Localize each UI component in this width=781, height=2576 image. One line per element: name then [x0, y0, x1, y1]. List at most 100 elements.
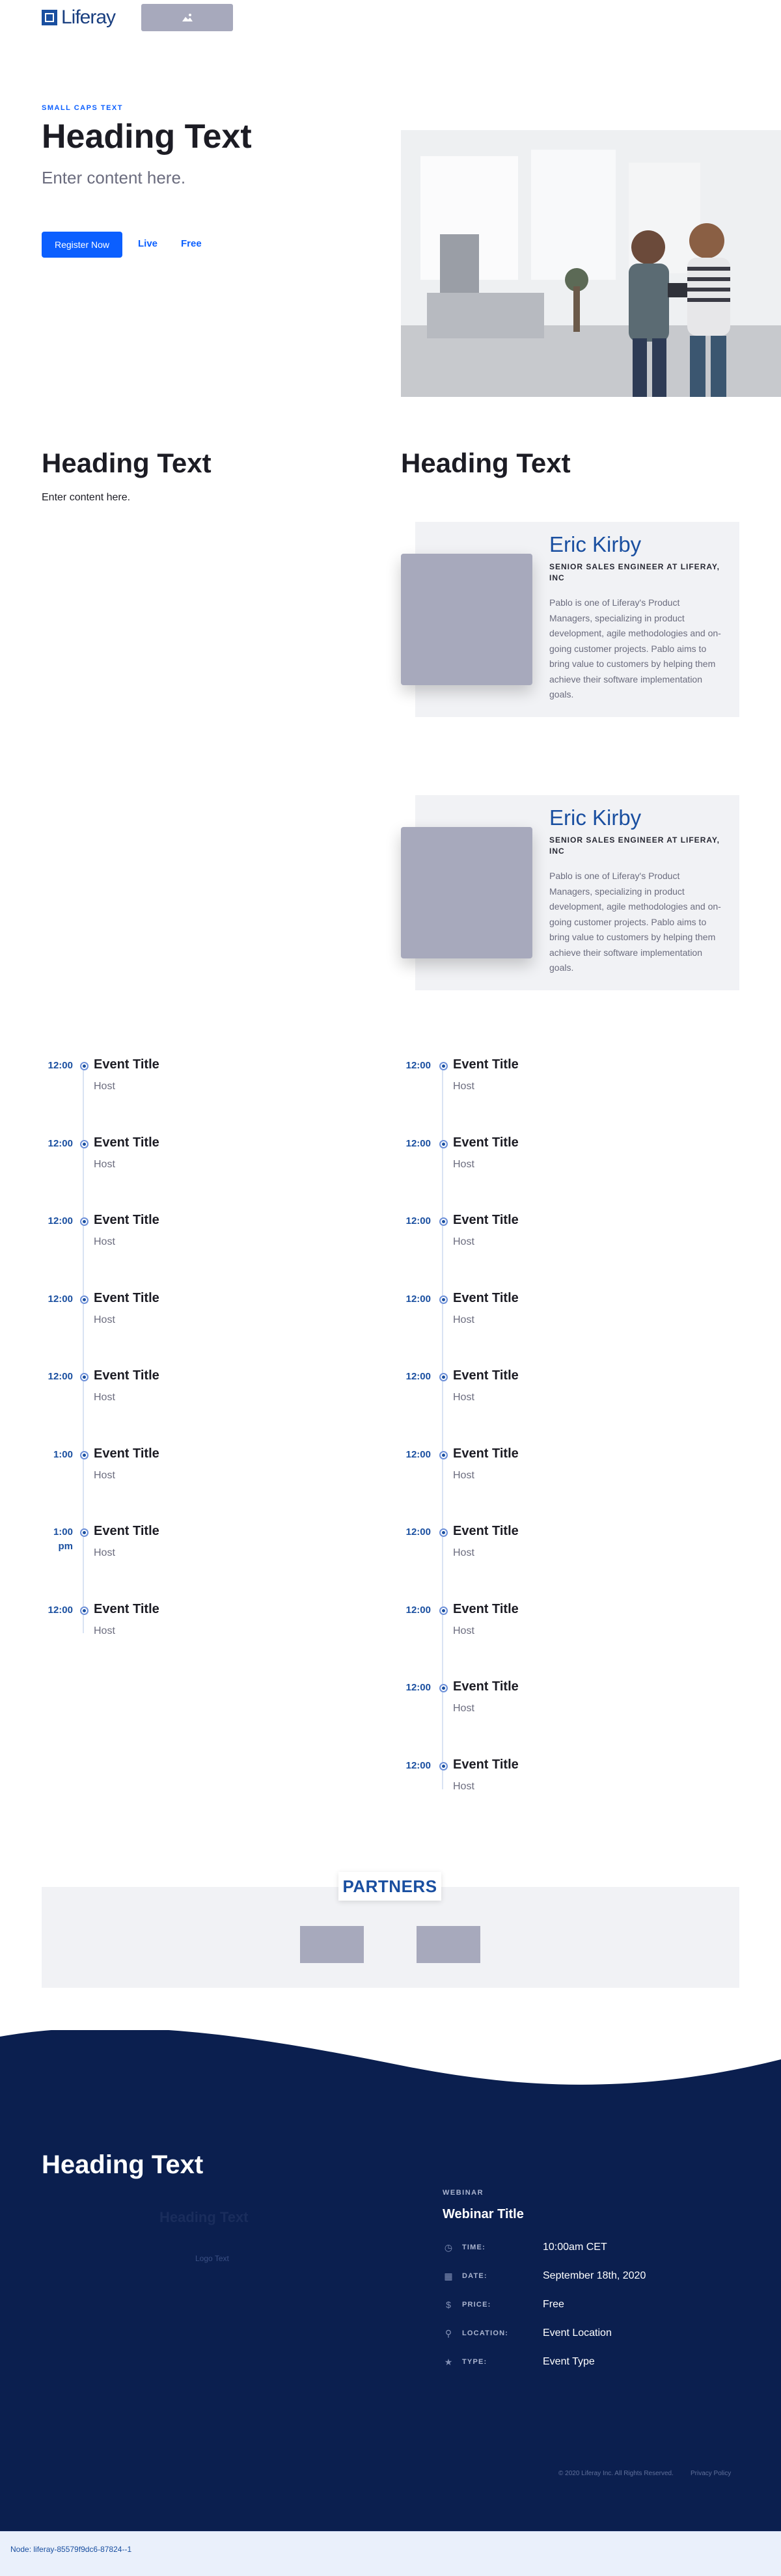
agenda-item-title: Event Title — [453, 1679, 519, 1694]
agenda-right-timeline-line — [442, 1067, 443, 1789]
free-link[interactable]: Free — [181, 238, 202, 249]
agenda-item-time: 12:00 — [405, 1682, 431, 1693]
star-icon: ★ — [444, 2357, 453, 2367]
logo-text: Liferay — [61, 7, 116, 28]
agenda-item-title: Event Title — [453, 1524, 519, 1538]
timeline-dot-icon — [439, 1606, 448, 1615]
agenda-item-host: Host — [453, 1081, 474, 1092]
timeline-dot-icon — [439, 1217, 448, 1226]
agenda-item-host: Host — [453, 1314, 474, 1325]
speaker-photo-placeholder — [401, 827, 532, 958]
timeline-dot-icon — [80, 1062, 89, 1070]
agenda-item-time: 12:00 — [405, 1060, 431, 1071]
agenda-item-title: Event Title — [453, 1368, 519, 1383]
agenda-item-title: Event Title — [94, 1601, 159, 1616]
timeline-dot-icon — [80, 1606, 89, 1615]
timeline-dot-icon — [439, 1528, 448, 1537]
partners-label: PARTNERS — [338, 1872, 441, 1901]
webinar-detail-label: TIME: — [462, 2244, 486, 2251]
speaker-photo-placeholder — [401, 554, 532, 685]
agenda-item-title: Event Title — [453, 1290, 519, 1305]
timeline-dot-icon — [80, 1139, 89, 1148]
agenda-item-time: 12:00 — [405, 1526, 431, 1538]
webinar-detail-value: 10:00am CET — [543, 2242, 607, 2253]
agenda-item-time: 12:00 — [405, 1137, 431, 1149]
header-image-placeholder — [141, 4, 233, 31]
timeline-dot-icon — [439, 1373, 448, 1381]
hero-subtitle: Enter content here. — [42, 168, 186, 187]
webinar-detail-value: Free — [543, 2299, 564, 2310]
agenda-item-host: Host — [453, 1236, 474, 1247]
agenda-item-time: 1:00 — [53, 1448, 73, 1460]
agenda-item-title: Event Title — [94, 1524, 159, 1538]
speaker-bio: Pablo is one of Liferay's Product Manage… — [549, 597, 721, 699]
hero-title: Heading Text — [42, 118, 252, 156]
live-link[interactable]: Live — [138, 238, 158, 249]
footer-title: Heading Text — [42, 2150, 204, 2179]
privacy-policy-link[interactable]: Privacy Policy — [691, 2470, 731, 2477]
agenda-item-host: Host — [453, 1703, 474, 1714]
partner-logo-placeholder — [417, 1926, 480, 1963]
agenda-item-title: Event Title — [453, 1213, 519, 1227]
agenda-item-host: Host — [453, 1780, 474, 1792]
office-photo-illustration — [401, 130, 781, 397]
copyright-text: © 2020 Liferay Inc. All Rights Reserved. — [558, 2470, 674, 2477]
agenda-item-time: 12:00 — [48, 1060, 73, 1071]
image-icon — [182, 14, 193, 21]
webinar-title: Webinar Title — [443, 2207, 524, 2221]
agenda-item-host: Host — [94, 1158, 115, 1170]
agenda-left-timeline-line — [83, 1067, 84, 1633]
speakers-title: Heading Text — [401, 448, 571, 478]
agenda-item-host: Host — [453, 1547, 474, 1558]
agenda-item-time: 12:00 — [48, 1137, 73, 1149]
hero-eyebrow: SMALL CAPS TEXT — [42, 104, 123, 112]
speaker-name: Eric Kirby — [549, 532, 642, 556]
agenda-item-title: Event Title — [94, 1368, 159, 1383]
node-info-text: Node: liferay-85579f9dc6-87824--1 — [10, 2545, 132, 2554]
agenda-item-host: Host — [94, 1625, 115, 1636]
location-pin-icon: ⚲ — [445, 2328, 452, 2339]
partner-logo-placeholder — [300, 1926, 364, 1963]
webinar-detail-value: Event Location — [543, 2327, 612, 2339]
speaker-role: SENIOR SALES ENGINEER AT LIFERAY, INC — [549, 562, 720, 582]
timeline-dot-icon — [80, 1373, 89, 1381]
agenda-item-host: Host — [94, 1469, 115, 1481]
intro-title: Heading Text — [42, 448, 212, 478]
agenda-item-host: Host — [453, 1158, 474, 1170]
webinar-eyebrow: WEBINAR — [443, 2189, 484, 2197]
register-now-button[interactable]: Register Now — [42, 232, 122, 258]
partners-section — [42, 1887, 739, 1988]
timeline-dot-icon — [80, 1295, 89, 1304]
agenda-item-time: 12:00 — [48, 1293, 73, 1305]
timeline-dot-icon — [439, 1062, 448, 1070]
speaker-role: SENIOR SALES ENGINEER AT LIFERAY, INC — [549, 835, 720, 856]
agenda-item-title: Event Title — [453, 1757, 519, 1772]
calendar-icon: ▦ — [444, 2271, 453, 2281]
dollar-icon: $ — [446, 2299, 451, 2310]
agenda-item-time: 12:00 — [48, 1215, 73, 1227]
agenda-item-time: 12:00 — [405, 1371, 431, 1382]
liferay-logo[interactable]: Liferay — [42, 7, 116, 29]
agenda-item-time: 12:00 — [405, 1759, 431, 1771]
clock-icon: ◷ — [444, 2242, 453, 2253]
agenda-item-host: Host — [94, 1314, 115, 1325]
timeline-dot-icon — [439, 1295, 448, 1304]
webinar-detail-label: TYPE: — [462, 2358, 487, 2366]
hero-photo — [401, 130, 781, 397]
agenda-item-host: Host — [94, 1236, 115, 1247]
agenda-item-host: Host — [94, 1547, 115, 1558]
timeline-dot-icon — [439, 1684, 448, 1692]
webinar-detail-label: PRICE: — [462, 2301, 491, 2309]
timeline-dot-icon — [80, 1450, 89, 1459]
footer-ghost-caption: Logo Text — [195, 2254, 229, 2263]
agenda-item-time: 12:00 — [48, 1371, 73, 1382]
agenda-item-time: 12:00 — [48, 1604, 73, 1616]
agenda-item-host: Host — [94, 1081, 115, 1092]
intro-body: Enter content here. — [42, 492, 131, 503]
agenda-item-title: Event Title — [453, 1446, 519, 1461]
footer-wave-background — [0, 2030, 781, 2531]
agenda-item-time: 12:00 — [405, 1448, 431, 1460]
webinar-detail-value: Event Type — [543, 2356, 595, 2367]
webinar-detail-label: DATE: — [462, 2272, 487, 2280]
agenda-item-host: Host — [94, 1392, 115, 1403]
